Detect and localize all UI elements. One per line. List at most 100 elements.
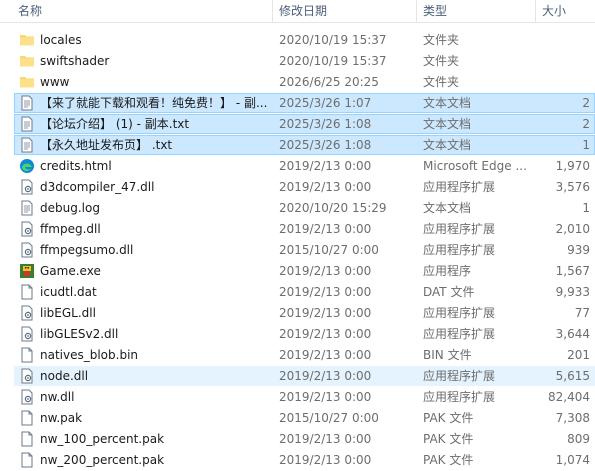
- file-row[interactable]: Game.exe 2019/2/13 0:00 应用程序 1,567: [0, 261, 595, 282]
- file-row[interactable]: 【永久地址发布页】 .txt 2025/3/26 1:08 文本文档 1: [0, 135, 595, 156]
- file-name: debug.log: [40, 201, 100, 215]
- file-type: 文本文档: [423, 117, 472, 131]
- file-type: DAT 文件: [423, 285, 475, 299]
- file-size: 939: [567, 243, 590, 257]
- file-type: 应用程序扩展: [423, 369, 496, 383]
- game-exe-icon: [19, 263, 35, 279]
- file-row[interactable]: 【来了就能下载和观看！纯免费！】 - 副... 2025/3/26 1:07 文本文…: [0, 93, 595, 114]
- dll-icon: [19, 368, 35, 384]
- file-row[interactable]: libEGL.dll 2019/2/13 0:00 应用程序扩展 77: [0, 303, 595, 324]
- file-type: 文件夹: [423, 75, 460, 89]
- file-size: 77: [574, 306, 590, 320]
- file-size: 9,933: [555, 285, 590, 299]
- file-date: 2020/10/19 15:37: [279, 33, 387, 47]
- file-date: 2019/2/13 0:00: [279, 348, 372, 362]
- file-row[interactable]: 【论坛介绍】 (1) - 副本.txt 2025/3/26 1:08 文本文档 2: [0, 114, 595, 135]
- file-type: 文件夹: [423, 54, 460, 68]
- file-row[interactable]: locales 2020/10/19 15:37 文件夹: [0, 30, 595, 51]
- file-type: Microsoft Edge ...: [423, 159, 527, 173]
- file-name: ffmpegsumo.dll: [40, 243, 134, 257]
- column-header-type[interactable]: 类型: [423, 0, 533, 22]
- file-row[interactable]: icudtl.dat 2019/2/13 0:00 DAT 文件 9,933: [0, 282, 595, 303]
- file-size: 7,308: [555, 411, 590, 425]
- file-name: libGLESv2.dll: [40, 327, 119, 341]
- file-type: PAK 文件: [423, 411, 474, 425]
- file-name: d3dcompiler_47.dll: [40, 180, 155, 194]
- file-row[interactable]: node.dll 2019/2/13 0:00 应用程序扩展 5,615: [0, 366, 595, 387]
- file-date: 2019/2/13 0:00: [279, 432, 372, 446]
- file-date: 2026/6/25 20:25: [279, 75, 379, 89]
- file-size: 3,644: [555, 327, 590, 341]
- file-row[interactable]: nw.dll 2019/2/13 0:00 应用程序扩展 82,404: [0, 387, 595, 408]
- column-divider[interactable]: [416, 0, 417, 22]
- file-date: 2019/2/13 0:00: [279, 285, 372, 299]
- file-size: 2: [582, 117, 590, 131]
- blank-file-icon: [19, 452, 35, 468]
- file-date: 2025/3/26 1:07: [279, 96, 372, 110]
- file-name: Game.exe: [40, 264, 101, 278]
- file-name: credits.html: [40, 159, 112, 173]
- file-date: 2019/2/13 0:00: [279, 264, 372, 278]
- file-type: 应用程序: [423, 264, 472, 278]
- text-file-icon: [19, 116, 35, 132]
- file-type: 文本文档: [423, 138, 472, 152]
- column-divider[interactable]: [535, 0, 536, 22]
- file-name: nw_100_percent.pak: [40, 432, 165, 446]
- file-type: 应用程序扩展: [423, 180, 496, 194]
- file-date: 2015/10/27 0:00: [279, 243, 379, 257]
- file-row[interactable]: credits.html 2019/2/13 0:00 Microsoft Edge…: [0, 156, 595, 177]
- file-name: libEGL.dll: [40, 306, 96, 320]
- file-size: 82,404: [548, 390, 590, 404]
- file-name: 【来了就能下载和观看！纯免费！】 - 副...: [40, 96, 268, 110]
- file-row[interactable]: libGLESv2.dll 2019/2/13 0:00 应用程序扩展 3,644: [0, 324, 595, 345]
- file-row[interactable]: d3dcompiler_47.dll 2019/2/13 0:00 应用程序扩展 3,…: [0, 177, 595, 198]
- file-type: PAK 文件: [423, 453, 474, 467]
- blank-file-icon: [19, 347, 35, 363]
- file-date: 2019/2/13 0:00: [279, 159, 372, 173]
- file-size: 1: [582, 201, 590, 215]
- file-size: 1: [582, 138, 590, 152]
- file-row[interactable]: natives_blob.bin 2019/2/13 0:00 BIN 文件 201: [0, 345, 595, 366]
- file-name: icudtl.dat: [40, 285, 97, 299]
- file-row[interactable]: nw_200_percent.pak 2019/2/13 0:00 PAK 文件 1,…: [0, 450, 595, 471]
- text-file-icon: [19, 95, 35, 111]
- file-row[interactable]: www 2026/6/25 20:25 文件夹: [0, 72, 595, 93]
- folder-icon: [19, 32, 35, 48]
- file-type: 文件夹: [423, 33, 460, 47]
- column-header-size[interactable]: 大小: [542, 0, 592, 22]
- file-name: natives_blob.bin: [40, 348, 139, 362]
- file-date: 2020/10/20 15:29: [279, 201, 387, 215]
- file-name: locales: [40, 33, 82, 47]
- file-size: 1,970: [555, 159, 590, 173]
- file-row[interactable]: debug.log 2020/10/20 15:29 文本文档 1: [0, 198, 595, 219]
- file-name: 【永久地址发布页】 .txt: [40, 138, 173, 152]
- file-type: 应用程序扩展: [423, 243, 496, 257]
- file-name: node.dll: [40, 369, 89, 383]
- blank-file-icon: [19, 410, 35, 426]
- file-row[interactable]: nw_100_percent.pak 2019/2/13 0:00 PAK 文件 80…: [0, 429, 595, 450]
- file-row[interactable]: swiftshader 2020/10/19 15:37 文件夹: [0, 51, 595, 72]
- file-date: 2019/2/13 0:00: [279, 327, 372, 341]
- file-row[interactable]: ffmpegsumo.dll 2015/10/27 0:00 应用程序扩展 939: [0, 240, 595, 261]
- file-type: 应用程序扩展: [423, 222, 496, 236]
- file-size: 201: [567, 348, 590, 362]
- file-row[interactable]: nw.pak 2015/10/27 0:00 PAK 文件 7,308: [0, 408, 595, 429]
- column-header-name[interactable]: 名称: [18, 0, 268, 22]
- file-row[interactable]: ffmpeg.dll 2019/2/13 0:00 应用程序扩展 2,010: [0, 219, 595, 240]
- file-name: nw_200_percent.pak: [40, 453, 165, 467]
- file-type: 应用程序扩展: [423, 390, 496, 404]
- file-date: 2019/2/13 0:00: [279, 390, 372, 404]
- dll-icon: [19, 326, 35, 342]
- file-type: 应用程序扩展: [423, 327, 496, 341]
- file-date: 2020/10/19 15:37: [279, 54, 387, 68]
- dll-icon: [19, 179, 35, 195]
- file-name: www: [40, 75, 70, 89]
- file-date: 2019/2/13 0:00: [279, 180, 372, 194]
- file-size: 3,576: [555, 180, 590, 194]
- file-name: swiftshader: [40, 54, 110, 68]
- column-header-date[interactable]: 修改日期: [279, 0, 409, 22]
- file-type: PAK 文件: [423, 432, 474, 446]
- column-divider[interactable]: [272, 0, 273, 22]
- file-size: 1,074: [555, 453, 590, 467]
- file-name: nw.pak: [40, 411, 83, 425]
